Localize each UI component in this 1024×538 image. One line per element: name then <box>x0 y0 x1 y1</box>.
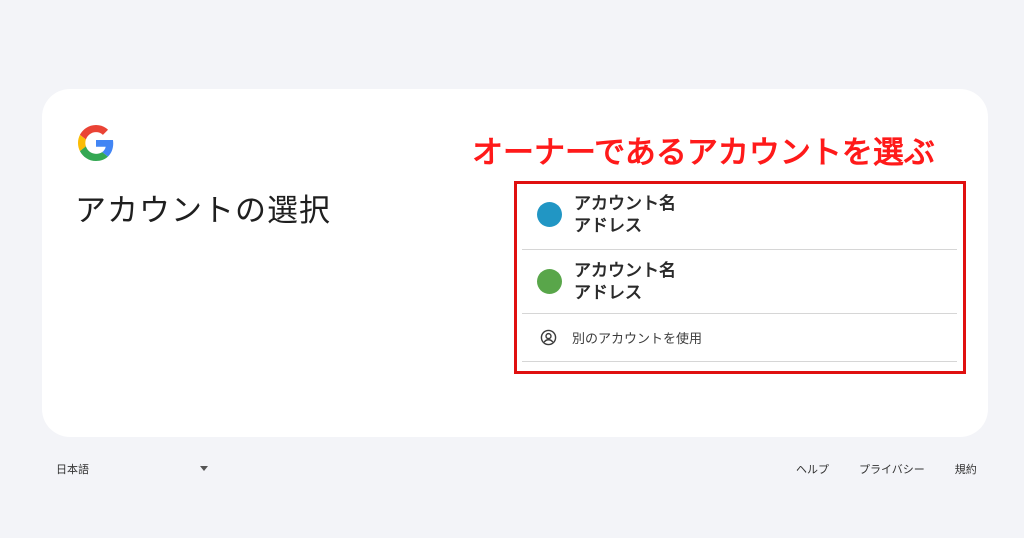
account-name: アカウント名 <box>574 193 676 214</box>
use-another-account-label: 別のアカウントを使用 <box>572 332 703 347</box>
account-name: アカウント名 <box>574 260 676 281</box>
language-label: 日本語 <box>56 463 89 476</box>
use-another-account-button[interactable]: 別のアカウントを使用 <box>522 314 957 362</box>
page-title: アカウントの選択 <box>75 193 331 229</box>
account-list: アカウント名 アドレス アカウント名 アドレス 別のアカウントを使用 <box>522 180 957 362</box>
terms-link[interactable]: 規約 <box>955 461 977 477</box>
help-link[interactable]: ヘルプ <box>796 461 829 477</box>
footer-links: ヘルプ プライバシー 規約 <box>796 461 977 477</box>
annotation-text: オーナーであるアカウントを選ぶ <box>472 135 935 171</box>
account-email: アドレス <box>574 282 642 303</box>
avatar <box>537 269 562 294</box>
account-item[interactable]: アカウント名 アドレス <box>522 180 957 250</box>
account-item[interactable]: アカウント名 アドレス <box>522 250 957 314</box>
dropdown-caret-icon <box>200 466 208 471</box>
account-circle-icon <box>540 329 557 346</box>
language-select[interactable]: 日本語 <box>56 461 212 477</box>
avatar <box>537 202 562 227</box>
privacy-link[interactable]: プライバシー <box>859 461 925 477</box>
footer: 日本語 ヘルプ プライバシー 規約 <box>0 458 1024 478</box>
google-logo-icon <box>78 125 114 161</box>
account-email: アドレス <box>574 215 642 236</box>
